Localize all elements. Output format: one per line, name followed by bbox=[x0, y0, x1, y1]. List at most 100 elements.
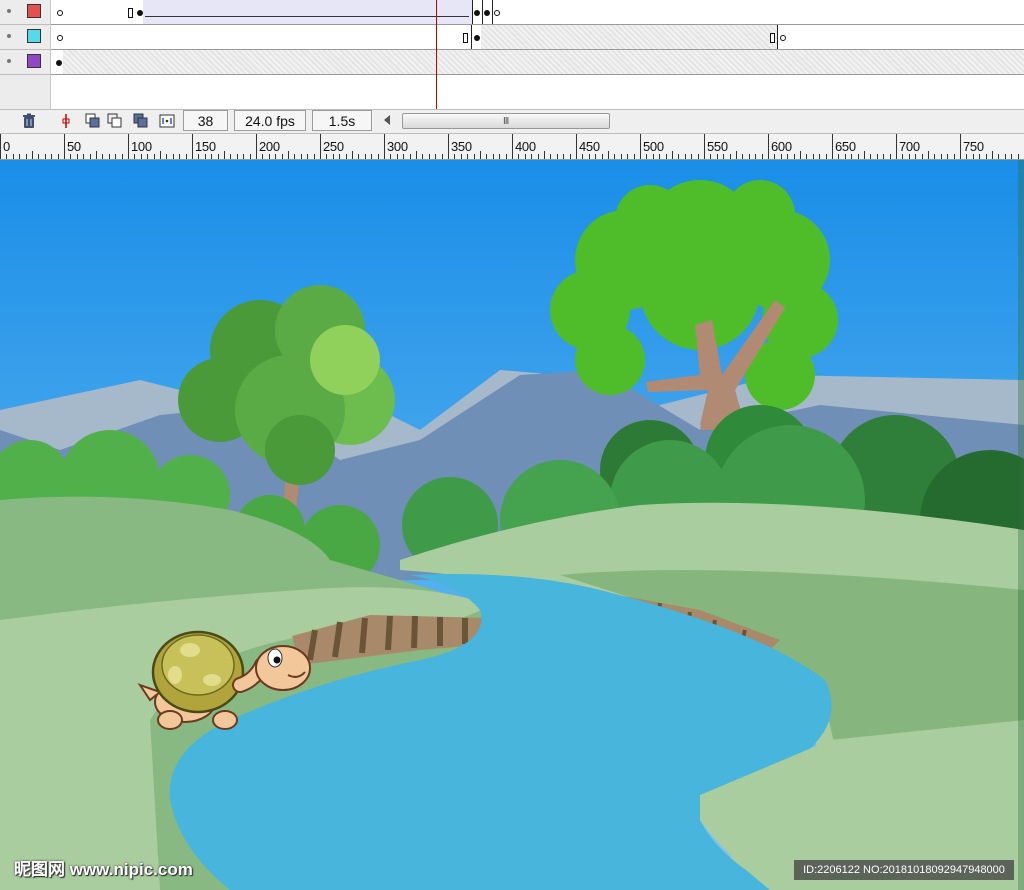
ruler-tick bbox=[678, 154, 680, 159]
keyframe[interactable] bbox=[56, 60, 62, 66]
edit-multiple-frames-icon[interactable] bbox=[133, 113, 149, 129]
frame-divider bbox=[492, 0, 493, 24]
ruler-tick bbox=[499, 154, 501, 159]
frame-end-marker[interactable] bbox=[770, 33, 775, 43]
ruler-tick bbox=[966, 154, 968, 159]
ruler-tick bbox=[883, 154, 885, 159]
ruler-tick bbox=[896, 134, 897, 159]
ruler-tick bbox=[473, 154, 475, 159]
layer-row-purple[interactable] bbox=[0, 50, 50, 75]
ruler-tick bbox=[812, 154, 814, 159]
frame-track-cyan[interactable] bbox=[51, 25, 1024, 50]
ruler-tick bbox=[947, 154, 949, 159]
ruler-tick bbox=[1011, 154, 1013, 159]
ruler-tick bbox=[985, 154, 987, 159]
layer-row-cyan[interactable] bbox=[0, 25, 50, 50]
visibility-dot-icon[interactable] bbox=[7, 9, 11, 13]
ruler-tick bbox=[12, 154, 14, 159]
static-frames-span[interactable] bbox=[63, 50, 1024, 74]
ruler-tick bbox=[531, 154, 533, 159]
stage-canvas[interactable]: 昵图网 www.nipic.com ID:2206122 NO:20181018… bbox=[0, 160, 1024, 890]
ruler-label: 350 bbox=[451, 139, 472, 154]
static-frames-span[interactable] bbox=[481, 25, 777, 49]
ruler-tick bbox=[358, 154, 360, 159]
ruler-label: 600 bbox=[771, 139, 792, 154]
frame-divider bbox=[777, 25, 778, 49]
empty-keyframe[interactable] bbox=[57, 10, 63, 16]
ruler-tick bbox=[627, 154, 629, 159]
ruler-tick bbox=[755, 154, 757, 159]
ruler-tick bbox=[825, 154, 827, 159]
timeline-scrollbar[interactable]: III bbox=[402, 113, 610, 129]
ruler-tick bbox=[480, 151, 481, 159]
empty-keyframe[interactable] bbox=[494, 10, 500, 16]
center-frame-icon[interactable] bbox=[58, 113, 74, 129]
layer-color-swatch[interactable] bbox=[27, 29, 41, 43]
ruler-tick bbox=[44, 154, 46, 159]
ruler-tick bbox=[704, 134, 705, 159]
frame-divider bbox=[482, 0, 483, 24]
ruler-tick bbox=[844, 154, 846, 159]
visibility-dot-icon[interactable] bbox=[7, 34, 11, 38]
frame-track-purple[interactable] bbox=[51, 50, 1024, 75]
ruler-tick bbox=[486, 154, 488, 159]
elapsed-time-field[interactable]: 1.5s bbox=[312, 110, 372, 131]
scroll-left-arrow-icon[interactable] bbox=[384, 115, 390, 125]
modify-markers-icon[interactable] bbox=[159, 113, 175, 129]
ruler-tick bbox=[761, 154, 763, 159]
ruler-tick bbox=[908, 154, 910, 159]
ruler-tick bbox=[1004, 154, 1006, 159]
frames-grid[interactable] bbox=[51, 0, 1024, 109]
ruler-tick bbox=[371, 154, 373, 159]
ruler-tick bbox=[921, 154, 923, 159]
empty-keyframe[interactable] bbox=[780, 35, 786, 41]
frame-end-marker[interactable] bbox=[463, 33, 468, 43]
ruler-tick bbox=[160, 151, 161, 159]
trash-icon[interactable] bbox=[21, 113, 37, 129]
ruler-label: 400 bbox=[515, 139, 536, 154]
playhead[interactable] bbox=[436, 0, 437, 109]
ruler-tick bbox=[204, 154, 206, 159]
keyframe[interactable] bbox=[484, 10, 490, 16]
ruler-tick bbox=[723, 154, 725, 159]
ruler-tick bbox=[780, 154, 782, 159]
layer-row-red[interactable] bbox=[0, 0, 50, 25]
empty-keyframe[interactable] bbox=[57, 35, 63, 41]
ruler-tick bbox=[684, 154, 686, 159]
ruler-tick bbox=[332, 154, 334, 159]
ruler-tick bbox=[326, 154, 328, 159]
frame-divider bbox=[471, 25, 472, 49]
frame-end-marker[interactable] bbox=[128, 8, 133, 18]
scroll-grip-icon[interactable]: III bbox=[503, 116, 509, 127]
ruler-tick bbox=[128, 134, 129, 159]
ruler-tick bbox=[390, 154, 392, 159]
onion-skin-icon[interactable] bbox=[85, 113, 101, 129]
ruler-tick bbox=[320, 134, 321, 159]
frame-track-red[interactable] bbox=[51, 0, 1024, 25]
timeline-toolbar: 38 24.0 fps 1.5s III bbox=[0, 109, 1024, 134]
ruler-tick bbox=[262, 154, 264, 159]
ruler-label: 150 bbox=[195, 139, 216, 154]
ruler-tick bbox=[38, 154, 40, 159]
current-frame-field[interactable]: 38 bbox=[183, 110, 228, 131]
ruler-tick bbox=[300, 154, 302, 159]
keyframe[interactable] bbox=[474, 35, 480, 41]
ruler-tick bbox=[140, 154, 142, 159]
watermark-text: 昵图网 www.nipic.com bbox=[14, 860, 193, 879]
keyframe[interactable] bbox=[474, 10, 480, 16]
ruler-tick bbox=[435, 154, 437, 159]
ruler-tick bbox=[224, 151, 225, 159]
layer-color-swatch[interactable] bbox=[27, 54, 41, 68]
ruler-tick bbox=[524, 154, 526, 159]
layer-color-swatch[interactable] bbox=[27, 4, 41, 18]
ruler-tick bbox=[416, 151, 417, 159]
stage-edge bbox=[1018, 160, 1024, 890]
ruler-tick bbox=[25, 154, 27, 159]
motion-tween-span[interactable] bbox=[143, 0, 473, 24]
ruler-tick bbox=[550, 154, 552, 159]
ruler-tick bbox=[179, 154, 181, 159]
onion-skin-outlines-icon[interactable] bbox=[107, 113, 123, 129]
visibility-dot-icon[interactable] bbox=[7, 59, 11, 63]
frame-rate-field[interactable]: 24.0 fps bbox=[234, 110, 306, 131]
ruler-tick bbox=[563, 154, 565, 159]
